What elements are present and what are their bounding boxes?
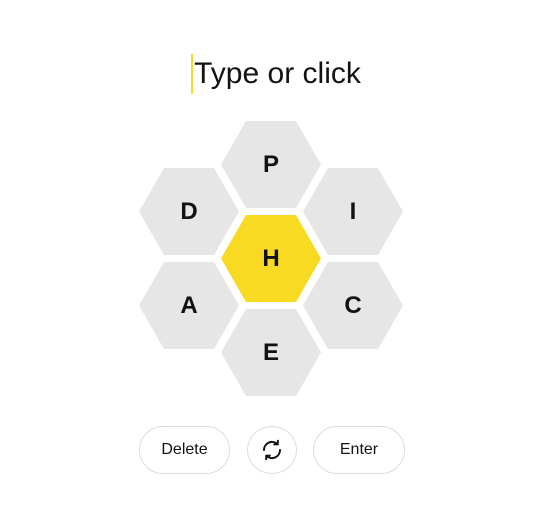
cell-letter: P	[262, 150, 279, 178]
hive-cell-upper-left[interactable]: D	[139, 168, 239, 255]
shuffle-button[interactable]	[247, 426, 297, 474]
cell-letter: A	[180, 291, 198, 319]
shuffle-icon	[260, 438, 284, 462]
cell-letter: H	[262, 244, 280, 272]
hive-cell-top[interactable]: P	[221, 121, 321, 208]
cell-letter: D	[180, 197, 198, 225]
hive-cell-upper-right[interactable]: I	[303, 168, 403, 255]
enter-button[interactable]: Enter	[313, 426, 405, 474]
hive-cell-lower-left[interactable]: A	[139, 262, 239, 349]
hive-cell-bottom[interactable]: E	[221, 309, 321, 396]
delete-button[interactable]: Delete	[139, 426, 230, 474]
cell-letter: C	[344, 291, 362, 319]
controls: Delete Enter	[0, 426, 552, 476]
hive-cell-center[interactable]: H	[221, 215, 321, 302]
hive-cell-lower-right[interactable]: C	[303, 262, 403, 349]
cell-letter: E	[262, 338, 279, 366]
cell-letter: I	[349, 197, 357, 225]
